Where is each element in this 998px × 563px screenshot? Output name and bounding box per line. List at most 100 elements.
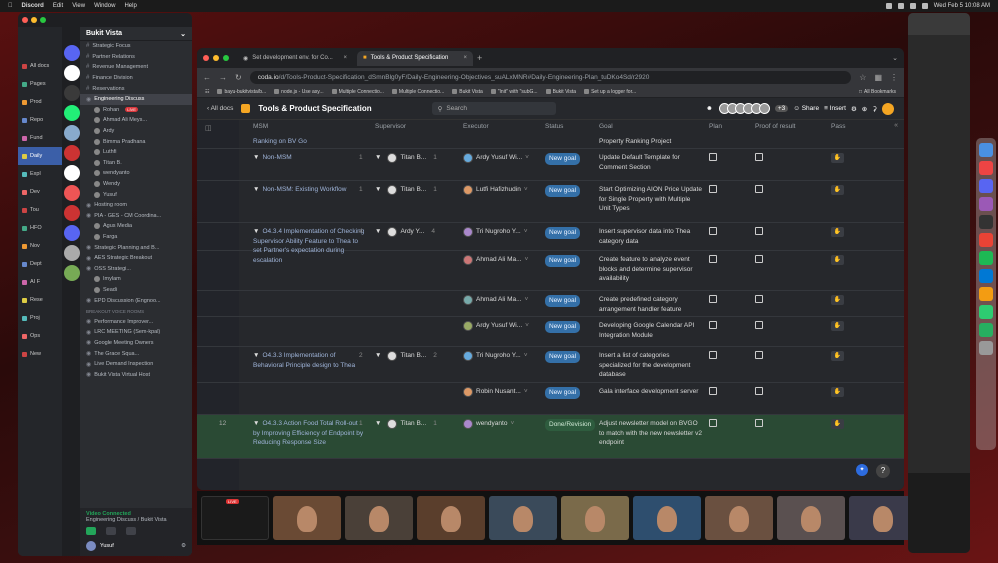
close-icon[interactable]: × [343,55,347,61]
doc-nav-item[interactable]: Pages [18,75,64,93]
goal-cell[interactable]: Developing Google Calendar API Integrati… [599,321,703,340]
apple-icon[interactable]:  [8,3,13,9]
dock-app-icon[interactable] [979,269,993,283]
status-cell[interactable]: New goal [545,295,593,307]
zoom-window-button[interactable] [223,55,229,61]
collapse-panel-icon[interactable]: « [894,122,898,129]
supervisor-cell[interactable]: ▼ Titan B... 1 [375,153,437,163]
channel-item[interactable]: Ardy [80,126,192,137]
plan-checkbox[interactable] [709,255,717,267]
status-cell[interactable]: New goal [545,351,593,363]
table-row[interactable]: ▼ O4.3.3 Implementation of Behavioral Pri… [197,347,904,383]
server-icon[interactable] [64,45,80,61]
close-icon[interactable]: × [463,55,467,61]
doc-nav-item[interactable]: Daily [18,147,64,165]
doc-nav-item[interactable]: AI F [18,273,64,291]
dock-app-icon[interactable] [979,341,993,355]
executor-cell[interactable]: Ahmad Ali Ma... ˅ [463,295,528,305]
dock-app-icon[interactable] [979,179,993,193]
bookmark-item[interactable]: Set up a logger for... [584,89,636,95]
battery-icon[interactable] [921,3,928,9]
table-row[interactable]: ▼ O4.3.4 Implementation of Checking Super… [197,223,904,264]
expand-triangle-icon[interactable]: ▼ [253,352,259,359]
doc-nav-item[interactable]: Dept [18,255,64,273]
expand-triangle-icon[interactable]: ▼ [253,154,259,161]
table-row[interactable]: ▼ Non-MSM: Existing Workflow 1 ▼ Titan B... 1… [197,181,904,223]
server-header[interactable]: Bukit Vista ⌄ [80,27,192,41]
channel-item[interactable]: ◉ Performance Improver... [80,316,192,327]
status-cell[interactable]: New goal [545,227,593,239]
participant-video-tile[interactable] [633,496,701,540]
expand-triangle-icon[interactable]: ▼ [375,351,381,361]
search-input[interactable]: ⚲ Search [431,102,556,115]
status-cell[interactable]: New goal [545,321,593,333]
doc-nav-item[interactable]: Fund [18,129,64,147]
gear-icon[interactable]: ⚙ [181,543,186,549]
status-badge[interactable]: New goal [545,153,581,165]
assistant-button[interactable]: ✦ [856,464,868,476]
table-row[interactable]: 12 ▼ O4.3.3 Action Food Total Roll-out by … [197,415,904,459]
participant-video-tile[interactable] [777,496,845,540]
executor-cell[interactable]: Lutfi Hafizhudin ˅ [463,185,528,195]
server-icon[interactable] [64,125,80,141]
server-icon[interactable] [64,205,80,221]
screen-share-button[interactable] [106,527,116,535]
notifications-icon[interactable]: ⚳ [872,105,877,113]
channel-item[interactable]: # Strategic Focus [80,41,192,52]
executor-cell[interactable]: Ahmad Ali Ma... ˅ [463,255,528,265]
proof-checkbox[interactable] [755,295,763,307]
column-header-proof-of-result[interactable]: Proof of result [755,123,795,130]
star-icon[interactable]: ☆ [859,73,866,82]
thumbs-up-icon[interactable]: ✋ [831,419,844,429]
tab-search-icon[interactable]: ⌄ [892,54,898,62]
goal-cell[interactable]: Property Ranking Project [599,137,703,147]
msm-cell[interactable]: Ranking on BV Go [253,137,365,147]
participant-video-tile[interactable] [489,496,557,540]
pass-cell[interactable]: ✋ [831,351,844,361]
channel-item[interactable]: ◉ Google Meeting Owners [80,338,192,349]
channel-item[interactable]: Yusuf [80,189,192,200]
goal-cell[interactable]: Start Optimizing AION Price Update for S… [599,185,703,214]
pass-cell[interactable]: ✋ [831,295,844,305]
server-icon[interactable] [64,185,80,201]
plan-checkbox[interactable] [709,419,717,431]
participant-video-tile[interactable] [417,496,485,540]
dock-app-icon[interactable] [979,215,993,229]
table-row[interactable]: ▼ Non-MSM 1 ▼ Titan B... 1 Ardy Yusuf Wi... ˅ Ne… [197,149,904,181]
expand-triangle-icon[interactable]: ▼ [375,227,381,237]
status-badge[interactable]: New goal [545,185,581,197]
column-header-status[interactable]: Status [545,123,563,130]
channel-item[interactable]: Bimma Pradhana [80,136,192,147]
table-row[interactable]: Robin Nusant... ˅ New goal Gala interface d… [197,383,904,415]
msm-cell[interactable]: ▼ O4.3.3 Implementation of Behavioral Pri… [253,351,365,370]
bookmark-item[interactable]: Bukit Vista [452,89,483,95]
bookmark-item[interactable]: Multiple Connectio... [331,89,384,95]
server-icon[interactable] [64,65,80,81]
server-icon[interactable] [64,85,80,101]
executor-cell[interactable]: wendyanto ˅ [463,419,514,429]
proof-checkbox[interactable] [755,419,763,431]
status-badge[interactable]: New goal [545,227,581,239]
bookmark-item[interactable]: "Init" with "subG... [490,89,538,95]
channel-item[interactable]: Farga [80,232,192,243]
pass-cell[interactable]: ✋ [831,419,844,429]
tab-set-dev-env[interactable]: ◉ Set development env. for Co... × [237,51,353,66]
status-badge[interactable]: New goal [545,351,581,363]
participant-video-tile[interactable] [705,496,773,540]
executor-cell[interactable]: Tri Nugroho Y... ˅ [463,351,527,361]
column-header-msm[interactable]: MSM [253,123,268,130]
channel-item[interactable]: ◉ EPD Discussion (Engnoo... [80,295,192,306]
thumbs-up-icon[interactable]: ✋ [831,185,844,195]
status-cell[interactable]: New goal [545,153,593,165]
menu-clock[interactable]: Wed Feb 5 10:08 AM [934,3,990,9]
help-button[interactable]: ? [876,464,890,478]
forward-arrow-icon[interactable]: → [219,73,227,82]
apps-grid-icon[interactable]: ☷ [205,89,209,95]
zoom-window-button[interactable] [40,17,46,23]
all-docs-link[interactable]: ‹ All docs [207,105,233,112]
status-cell[interactable]: Done/Revision [545,419,596,431]
table-row[interactable]: Ahmad Ali Ma... ˅ New goal Create feature t… [197,251,904,291]
doc-title[interactable]: Tools & Product Specification [258,104,371,113]
minimize-window-button[interactable] [31,17,37,23]
share-button[interactable]: ☺ Share [793,105,819,112]
